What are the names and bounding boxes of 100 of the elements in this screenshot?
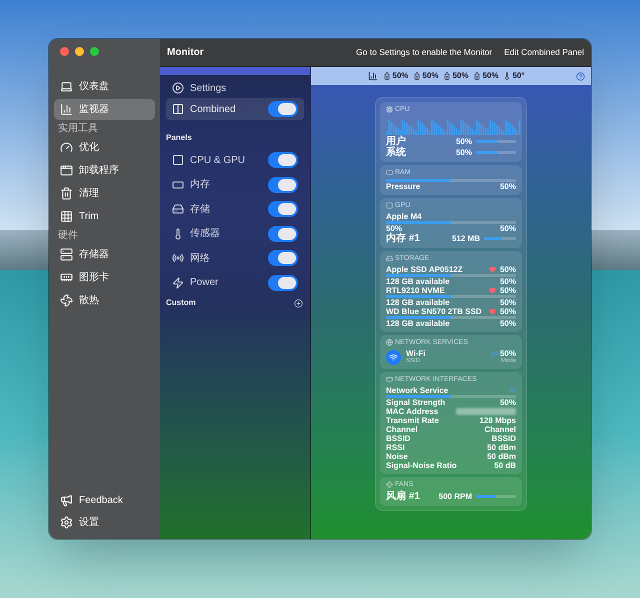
- row-label: RTL9210 NVME: [386, 286, 445, 295]
- menu-bar-reading: 50%: [452, 70, 468, 82]
- row-value: 50%: [500, 182, 516, 191]
- row-label: Pressure: [386, 182, 420, 191]
- panel-list-item[interactable]: CPU & GPU: [166, 148, 304, 172]
- row-value: 50%: [500, 319, 516, 328]
- row-value: 50%: [456, 147, 472, 158]
- thermometer-icon: [503, 72, 512, 80]
- sidebar-item[interactable]: 卸载程序: [54, 160, 155, 181]
- row-value: 50%: [500, 265, 516, 274]
- row-label: Apple M4: [386, 212, 422, 221]
- row-label: 系统: [386, 147, 406, 158]
- row-label: BSSID: [386, 434, 410, 443]
- panel-list-item[interactable]: 网络: [166, 246, 304, 270]
- row-label: Signal Strength: [386, 398, 446, 407]
- sidebar-footer-item[interactable]: Feedback: [54, 489, 155, 511]
- row-label: 风扇 #1: [386, 491, 420, 502]
- row-value: 50 dB: [494, 461, 516, 470]
- fan-icon: [386, 481, 393, 488]
- wifi-icon: [509, 387, 516, 394]
- row-value: 50%: [456, 136, 472, 147]
- toolbar-link[interactable]: Go to Settings to enable the Monitor: [356, 46, 492, 59]
- row-label: 128 GB available: [386, 319, 450, 328]
- menu-bar-reading: 50%: [392, 70, 408, 82]
- panels-heading: Panels: [166, 132, 193, 144]
- row-value: 50%: [500, 286, 516, 295]
- memory-icon: [172, 178, 184, 191]
- row-value: 500 RPM: [438, 491, 472, 502]
- row-label: Noise: [386, 452, 408, 461]
- row-value: 50%: [500, 277, 516, 286]
- panel-list-item[interactable]: 存储: [166, 197, 304, 222]
- trash-icon: [60, 187, 73, 200]
- toggle-switch[interactable]: [268, 176, 298, 193]
- network-port-icon: [386, 376, 393, 383]
- sidebar-footer-item[interactable]: 设置: [54, 511, 155, 533]
- blurred-value: [456, 408, 516, 415]
- memory-icon: [386, 169, 393, 176]
- toggle-switch[interactable]: [268, 152, 298, 168]
- globe-icon: [386, 339, 393, 346]
- row-label: Apple SSD AP0512Z: [386, 265, 463, 274]
- menu-bar-reading: 50%: [482, 70, 498, 82]
- row-label: 用户: [386, 136, 406, 147]
- sidebar-item[interactable]: Trim: [54, 206, 155, 227]
- row-value: 512 MB: [452, 233, 480, 244]
- sidebar-item[interactable]: 仪表盘: [54, 76, 155, 97]
- signal-icon: [490, 350, 498, 357]
- add-icon[interactable]: [294, 298, 303, 308]
- menu-bar-reading: 50%: [422, 70, 438, 82]
- laptop-icon: [60, 80, 73, 93]
- toolbar-link[interactable]: Edit Combined Panel: [504, 46, 584, 59]
- row-label: 50%: [386, 224, 402, 233]
- toggle-switch[interactable]: [268, 274, 298, 291]
- grid-icon: [60, 210, 73, 223]
- toggle-switch[interactable]: [268, 101, 298, 117]
- sidebar-item[interactable]: 清理: [54, 183, 155, 204]
- heart-icon: [488, 266, 496, 273]
- toggle-switch[interactable]: [268, 250, 298, 266]
- row-value: 50%: [500, 307, 516, 316]
- row-label: Channel: [386, 425, 418, 434]
- panel-list-item[interactable]: Power: [166, 270, 304, 295]
- panel-list-item[interactable]: 传感器: [166, 222, 304, 246]
- panel-list-item[interactable]: 内存: [166, 172, 304, 197]
- memory-card-icon: [60, 271, 73, 284]
- sidebar-item[interactable]: 监视器: [54, 99, 155, 120]
- row-label: Network Service: [386, 386, 448, 395]
- row-value: 50%: [500, 224, 516, 233]
- sidebar-item[interactable]: 图形卡: [54, 267, 155, 288]
- toggle-switch[interactable]: [268, 201, 298, 218]
- settings-icon: [60, 516, 73, 528]
- row-value: 50%: [500, 298, 516, 307]
- row-label: Signal-Noise Ratio: [386, 461, 457, 470]
- fan-icon: [60, 294, 73, 307]
- row-label: 128 GB available: [386, 298, 450, 307]
- help-icon[interactable]: [576, 72, 585, 80]
- row-label: RSSI: [386, 443, 405, 452]
- panel-list-item[interactable]: Settings: [166, 78, 304, 98]
- row-value: 128 Mbps: [480, 416, 516, 425]
- drive-icon: [172, 203, 184, 216]
- row-value: 50 dBm: [487, 443, 516, 452]
- row-label: 128 GB available: [386, 277, 450, 286]
- row-label: WD Blue SN570 2TB SSD: [386, 307, 482, 316]
- sidebar-heading: 硬件: [57, 230, 79, 242]
- menu-bar-reading: 50°: [512, 70, 525, 82]
- panel-list-item[interactable]: Combined: [166, 98, 304, 120]
- sidebar-item[interactable]: 优化: [54, 137, 155, 158]
- wifi-badge-icon: [386, 350, 401, 364]
- sidebar-item[interactable]: 散热: [54, 290, 155, 311]
- heart-icon: [488, 287, 496, 294]
- lightning-icon: [172, 276, 184, 289]
- service-name: Wi-Fi: [406, 349, 426, 358]
- row-value: 50 dBm: [487, 452, 516, 461]
- sidebar-item[interactable]: 存储器: [54, 244, 155, 265]
- play-circle-icon: [172, 82, 184, 94]
- toggle-switch[interactable]: [268, 226, 298, 242]
- gauge-icon: [60, 141, 73, 154]
- bar-chart-icon: [60, 103, 73, 116]
- sidebar-heading: 实用工具: [57, 123, 99, 135]
- window-title: Monitor: [167, 46, 204, 60]
- row-value: 50%: [500, 398, 516, 407]
- row-label: Transmit Rate: [386, 416, 439, 425]
